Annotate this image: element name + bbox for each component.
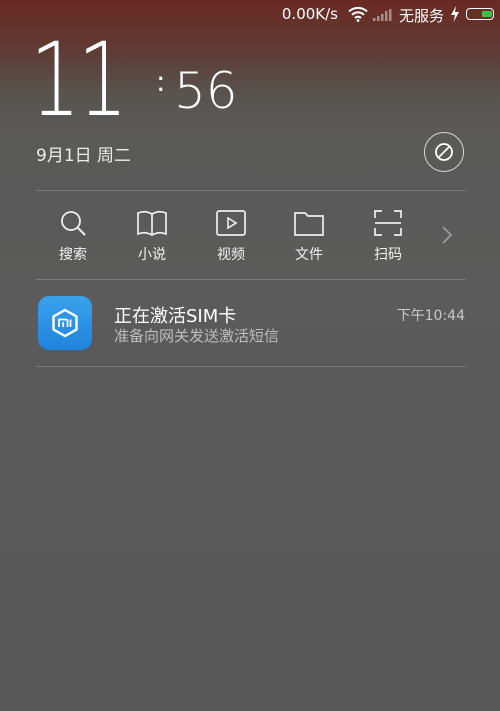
shortcut-search[interactable]: 搜索 — [41, 208, 105, 268]
shortcut-scan[interactable]: 扫码 — [356, 208, 420, 268]
folder-icon — [294, 212, 324, 236]
shortcut-label: 搜索 — [59, 247, 87, 263]
divider — [36, 190, 466, 191]
shortcut-label: 扫码 — [374, 247, 402, 263]
shortcut-novel[interactable]: 小说 — [120, 208, 184, 268]
book-icon — [137, 210, 167, 236]
do-not-disturb-icon — [435, 143, 453, 161]
divider — [36, 366, 466, 367]
notification-body: 准备向网关发送激活短信 — [114, 327, 280, 345]
shortcut-files[interactable]: 文件 — [277, 208, 341, 268]
clock-minute: 56 — [174, 62, 238, 120]
clock-colon: : — [156, 65, 166, 98]
shortcut-label: 小说 — [138, 247, 166, 263]
do-not-disturb-button[interactable] — [424, 132, 464, 172]
date-text: 9月1日 周二 — [36, 146, 132, 166]
notification-time: 下午10:44 — [396, 308, 465, 324]
search-icon — [61, 211, 86, 236]
battery-icon — [466, 8, 494, 20]
bolt-icon — [450, 6, 460, 26]
clock-hour: 11 — [30, 21, 128, 140]
signal-icon — [372, 7, 392, 26]
shortcut-label: 视频 — [217, 247, 245, 263]
wifi-icon — [348, 6, 368, 26]
video-icon — [216, 210, 246, 236]
chevron-right-icon[interactable] — [440, 224, 454, 250]
shortcut-video[interactable]: 视频 — [199, 208, 263, 268]
mi-icon — [38, 296, 92, 350]
scan-icon — [374, 210, 402, 236]
divider — [36, 279, 466, 280]
shortcut-label: 文件 — [295, 247, 323, 263]
service-status: 无服务 — [398, 7, 444, 25]
network-speed: 0.00K/s — [281, 5, 338, 23]
